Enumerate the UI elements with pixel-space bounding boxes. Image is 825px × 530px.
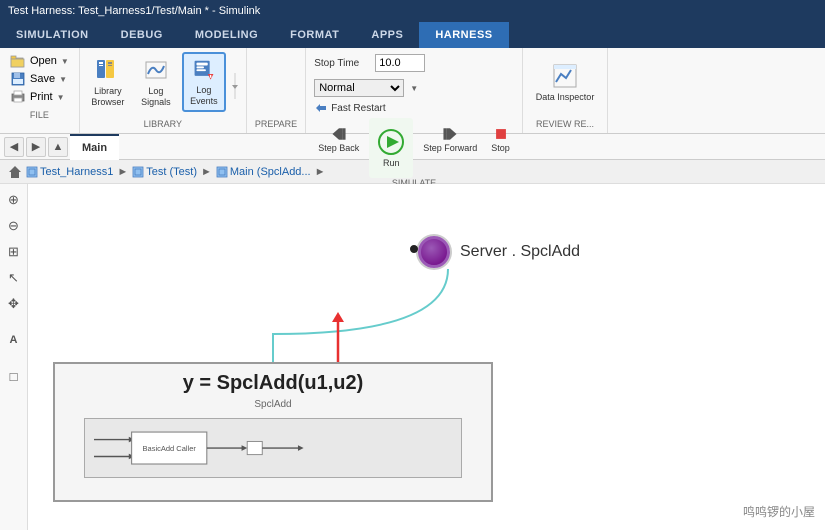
breadcrumb-icon-0: [26, 166, 38, 178]
file-group: Open ▼ Save ▼ Print ▼ FILE: [0, 48, 80, 133]
stop-button[interactable]: Stop: [487, 123, 514, 173]
simulation-mode-select[interactable]: Normal: [314, 79, 404, 97]
breadcrumb-item-0[interactable]: Test_Harness1: [26, 166, 113, 178]
open-icon: [10, 54, 26, 68]
simulate-group: Stop Time Normal ▼ Fast Restart: [306, 48, 523, 133]
stop-time-row: Stop Time: [314, 52, 514, 74]
nav-back-button[interactable]: ◀: [4, 137, 24, 157]
mini-diagram-svg: BasicAdd Caller: [94, 421, 451, 476]
library-browser-icon: [94, 56, 122, 84]
save-icon: [10, 72, 26, 86]
tab-apps[interactable]: APPS: [355, 22, 419, 48]
breadcrumb-icon-1: [132, 166, 144, 178]
library-group-expander: [230, 52, 240, 119]
canvas: ⊕ ⊖ ⊞ ↖ ✥ A □ Server . SpclAdd: [0, 184, 825, 530]
stop-time-label: Stop Time: [314, 58, 369, 69]
watermark: 鸣鸣锣的小屋: [743, 503, 815, 520]
server-label: Server . SpclAdd: [460, 243, 580, 261]
library-group: LibraryBrowser LogSignals LogEve: [80, 48, 247, 133]
tab-simulation[interactable]: SIMULATION: [0, 22, 105, 48]
open-button[interactable]: Open ▼: [6, 52, 73, 70]
run-icon: [377, 128, 405, 156]
review-group: Data Inspector REVIEW RE...: [523, 48, 609, 133]
server-dot-container: [418, 236, 450, 268]
fast-restart-row: Fast Restart: [314, 102, 514, 114]
breadcrumb-sep-2: ►: [201, 166, 212, 178]
nav-forward-button[interactable]: ▶: [26, 137, 46, 157]
diagram-content: Server . SpclAdd y = SpclAdd(u1,u2) Spcl…: [28, 184, 825, 530]
log-events-button[interactable]: LogEvents: [182, 52, 226, 112]
step-back-icon: [330, 125, 348, 143]
nav-up-button[interactable]: ▲: [48, 137, 68, 157]
left-toolbar: ⊕ ⊖ ⊞ ↖ ✥ A □: [0, 184, 28, 530]
save-button[interactable]: Save ▼: [6, 70, 73, 88]
breadcrumb-sep-1: ►: [117, 166, 128, 178]
svg-text:BasicAdd Caller: BasicAdd Caller: [143, 443, 197, 452]
main-block-subtitle: SpclAdd: [254, 399, 291, 410]
breadcrumb-item-2[interactable]: Main (SpclAdd...: [216, 166, 311, 178]
fast-restart-icon: [314, 102, 328, 114]
file-group-label: FILE: [6, 110, 73, 120]
text-tool-button[interactable]: A: [2, 328, 26, 352]
home-icon: [8, 165, 22, 179]
stop-time-input[interactable]: [375, 54, 425, 72]
server-connection-point: [410, 245, 418, 253]
zoom-in-button[interactable]: ⊕: [2, 188, 26, 212]
prepare-group: PREPARE: [247, 48, 306, 133]
log-signals-label: LogSignals: [141, 86, 171, 108]
step-forward-icon: [441, 125, 459, 143]
stop-icon: [492, 125, 510, 143]
log-events-icon: [190, 57, 218, 83]
breadcrumb-icon-2: [216, 166, 228, 178]
server-dot: [418, 236, 450, 268]
expand-icon: [230, 71, 240, 101]
normal-dropdown-arrow[interactable]: ▼: [410, 84, 418, 93]
library-browser-button[interactable]: LibraryBrowser: [86, 52, 130, 112]
main-block-equation: y = SpclAdd(u1,u2): [183, 372, 364, 395]
fast-restart-label: Fast Restart: [331, 103, 385, 114]
main-block-inner: BasicAdd Caller: [84, 418, 462, 478]
breadcrumb-item-1[interactable]: Test (Test): [132, 166, 197, 178]
print-button[interactable]: Print ▼: [6, 88, 73, 106]
sim-buttons-row: Step Back Run Step Forward: [314, 118, 514, 178]
pan-tool-button[interactable]: ✥: [2, 292, 26, 316]
tab-harness[interactable]: HARNESS: [419, 22, 508, 48]
title-bar: Test Harness: Test_Harness1/Test/Main * …: [0, 0, 825, 22]
select-tool-button[interactable]: ↖: [2, 266, 26, 290]
data-inspector-button[interactable]: Data Inspector: [531, 52, 600, 112]
review-group-label: REVIEW RE...: [531, 119, 600, 129]
library-group-label: LIBRARY: [86, 119, 240, 129]
tab-debug[interactable]: DEBUG: [105, 22, 179, 48]
save-dropdown-arrow[interactable]: ▼: [59, 75, 67, 84]
data-inspector-icon: [551, 62, 579, 90]
log-signals-icon: [142, 56, 170, 84]
tab-modeling[interactable]: MODELING: [179, 22, 274, 48]
log-signals-button[interactable]: LogSignals: [134, 52, 178, 112]
breadcrumb-end-arrow: ►: [315, 166, 326, 178]
main-block[interactable]: y = SpclAdd(u1,u2) SpclAdd BasicAdd Call…: [53, 362, 493, 502]
zoom-out-button[interactable]: ⊖: [2, 214, 26, 238]
sub-tab-main[interactable]: Main: [70, 134, 119, 160]
open-dropdown-arrow[interactable]: ▼: [61, 57, 69, 66]
prepare-group-label: PREPARE: [255, 119, 297, 129]
step-forward-button[interactable]: Step Forward: [419, 123, 481, 173]
print-dropdown-arrow[interactable]: ▼: [57, 93, 65, 102]
title-text: Test Harness: Test_Harness1/Test/Main * …: [8, 5, 260, 17]
print-icon: [10, 90, 26, 104]
ribbon: Open ▼ Save ▼ Print ▼ FILE: [0, 48, 825, 134]
run-label: Run: [383, 158, 400, 169]
tab-format[interactable]: FORMAT: [274, 22, 355, 48]
step-back-label: Step Back: [318, 143, 359, 153]
run-button[interactable]: Run: [369, 118, 413, 178]
port-tool-button[interactable]: □: [2, 364, 26, 388]
stop-label: Stop: [491, 143, 510, 153]
tab-bar: SIMULATION DEBUG MODELING FORMAT APPS HA…: [0, 22, 825, 48]
normal-row: Normal ▼: [314, 77, 514, 99]
server-node: Server . SpclAdd: [418, 236, 580, 268]
step-forward-label: Step Forward: [423, 143, 477, 153]
data-inspector-label: Data Inspector: [536, 92, 595, 103]
log-events-label: LogEvents: [190, 85, 218, 107]
fit-view-button[interactable]: ⊞: [2, 240, 26, 264]
library-browser-label: LibraryBrowser: [91, 86, 124, 108]
